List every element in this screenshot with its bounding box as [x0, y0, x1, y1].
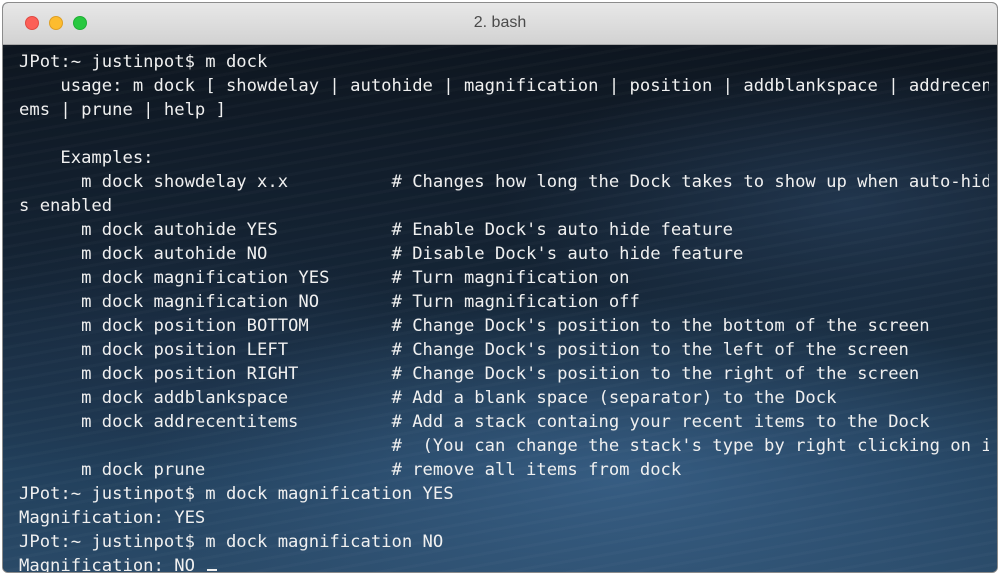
terminal-line: usage: m dock [ showdelay | autohide | m…	[19, 76, 989, 96]
terminal-line-text: Magnification: NO	[19, 556, 206, 573]
terminal-window: 2. bash JPot:~ justinpot$ m dock usage: …	[2, 2, 998, 573]
terminal-line: # (You can change the stack's type by ri…	[19, 436, 989, 456]
terminal-line: m dock prune # remove all items from doc…	[19, 460, 682, 480]
terminal-line: m dock position RIGHT # Change Dock's po…	[19, 364, 920, 384]
terminal-line: m dock addblankspace # Add a blank space…	[19, 388, 837, 408]
terminal-lines: JPot:~ justinpot$ m dock usage: m dock […	[19, 50, 989, 573]
terminal-line: JPot:~ justinpot$ m dock magnification Y…	[19, 484, 454, 504]
terminal-line: m dock position LEFT # Change Dock's pos…	[19, 340, 909, 360]
terminal-line: m dock magnification YES # Turn magnific…	[19, 268, 630, 288]
terminal-line: Examples:	[19, 148, 154, 168]
terminal-line: m dock autohide NO # Disable Dock's auto…	[19, 244, 744, 264]
terminal-line: m dock magnification NO # Turn magnifica…	[19, 292, 640, 312]
terminal-line: JPot:~ justinpot$ m dock magnification N…	[19, 532, 444, 552]
terminal-line: m dock showdelay x.x # Changes how long …	[19, 172, 989, 192]
terminal-line: Magnification: YES	[19, 508, 206, 528]
terminal-prompt-line[interactable]: Magnification: NO	[19, 554, 989, 573]
text-cursor	[207, 569, 218, 571]
window-title: 2. bash	[473, 14, 527, 31]
terminal-line: m dock addrecentitems # Add a stack cont…	[19, 412, 930, 432]
title-bar[interactable]: 2. bash	[3, 3, 997, 45]
terminal-line: ems | prune | help ]	[19, 100, 226, 120]
terminal-line: m dock autohide YES # Enable Dock's auto…	[19, 220, 733, 240]
terminal-line: s enabled	[19, 196, 113, 216]
terminal-line: m dock position BOTTOM # Change Dock's p…	[19, 316, 930, 336]
terminal-line: JPot:~ justinpot$ m dock	[19, 52, 268, 72]
terminal-output[interactable]: JPot:~ justinpot$ m dock usage: m dock […	[3, 45, 997, 573]
